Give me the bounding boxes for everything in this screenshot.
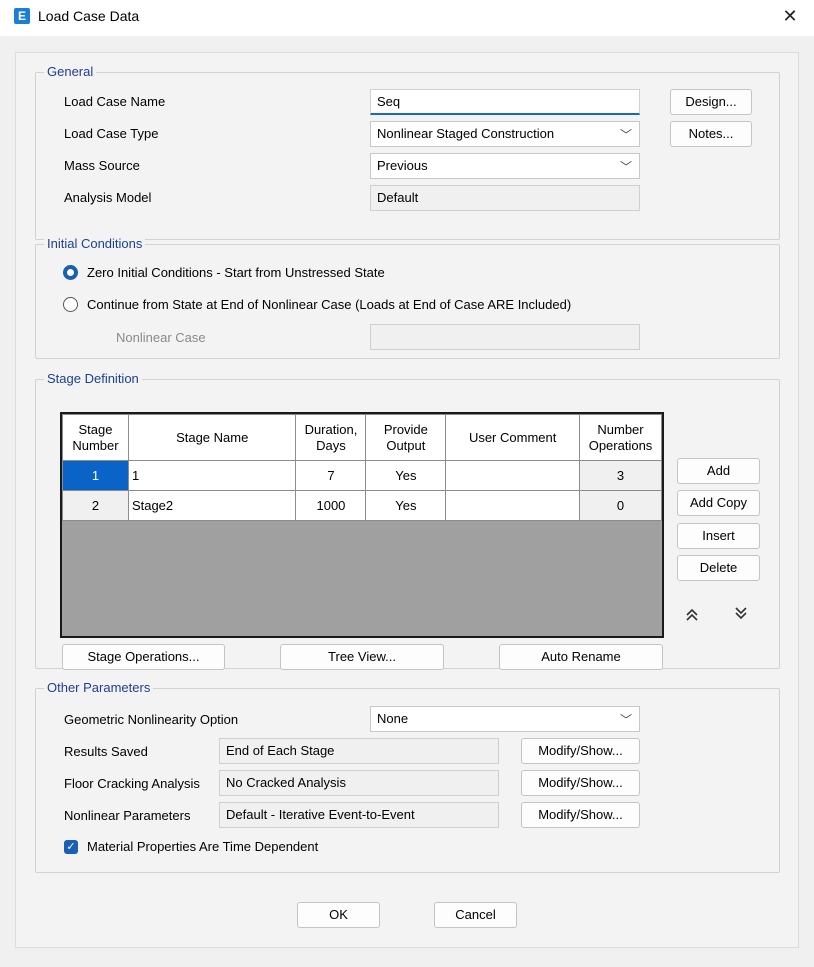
dialog-frame: General Load Case Name Seq Design... Loa… (15, 52, 799, 948)
operations-cell: 3 (579, 460, 662, 491)
ok-button[interactable]: OK (297, 902, 380, 928)
material-time-dependent-label[interactable]: Material Properties Are Time Dependent (87, 839, 318, 854)
stage-operations-button[interactable]: Stage Operations... (62, 644, 225, 670)
table-row[interactable]: 2 Stage2 1000 Yes 0 (62, 490, 662, 521)
stage-number-cell[interactable]: 2 (62, 490, 129, 521)
chevron-down-icon: ﹀ (619, 713, 632, 727)
zero-initial-label[interactable]: Zero Initial Conditions - Start from Uns… (87, 265, 385, 280)
stage-name-cell[interactable]: 1 (127, 460, 297, 491)
initial-conditions-legend: Initial Conditions (44, 236, 146, 251)
auto-rename-button[interactable]: Auto Rename (499, 644, 663, 670)
header-stage-name[interactable]: Stage Name (127, 414, 297, 461)
add-button[interactable]: Add (677, 458, 760, 484)
title-bar[interactable]: E Load Case Data ✕ (0, 0, 814, 36)
nonlinear-case-field (370, 324, 640, 350)
close-icon[interactable]: ✕ (780, 6, 800, 26)
move-down-icon[interactable] (728, 602, 754, 628)
results-saved-label: Results Saved (64, 744, 148, 759)
provide-output-cell[interactable]: Yes (365, 460, 447, 491)
other-parameters-legend: Other Parameters (44, 680, 154, 695)
initial-conditions-group: Initial Conditions Zero Initial Conditio… (35, 236, 780, 359)
nonlinear-parameters-field: Default - Iterative Event-to-Event (219, 802, 499, 828)
nonlinear-case-label: Nonlinear Case (116, 330, 206, 345)
floor-cracking-modify-button[interactable]: Modify/Show... (521, 770, 640, 796)
tree-view-button[interactable]: Tree View... (280, 644, 444, 670)
notes-button[interactable]: Notes... (670, 121, 752, 147)
geometric-nonlinearity-label: Geometric Nonlinearity Option (64, 712, 239, 727)
table-row[interactable]: 1 1 7 Yes 3 (62, 460, 662, 491)
analysis-model-label: Analysis Model (64, 190, 152, 205)
other-parameters-group: Other Parameters Geometric Nonlinearity … (35, 680, 780, 873)
insert-button[interactable]: Insert (677, 523, 760, 549)
header-provide-output[interactable]: Provide Output (365, 414, 447, 461)
move-up-icon[interactable] (679, 604, 705, 630)
duration-cell[interactable]: 7 (295, 460, 367, 491)
floor-cracking-field: No Cracked Analysis (219, 770, 499, 796)
mass-source-label: Mass Source (64, 158, 140, 173)
zero-initial-radio[interactable] (63, 265, 78, 280)
chevron-down-icon: ﹀ (619, 128, 632, 142)
load-case-name-label: Load Case Name (64, 94, 166, 109)
continue-from-state-radio[interactable] (63, 297, 78, 312)
dialog-body: General Load Case Name Seq Design... Loa… (0, 36, 814, 967)
nonlinear-parameters-label: Nonlinear Parameters (64, 808, 191, 823)
etabs-app-icon: E (14, 8, 30, 24)
provide-output-cell[interactable]: Yes (365, 490, 447, 521)
user-comment-cell[interactable] (445, 490, 581, 521)
stage-definition-legend: Stage Definition (44, 371, 142, 386)
add-copy-button[interactable]: Add Copy (677, 490, 760, 516)
cancel-button[interactable]: Cancel (434, 902, 517, 928)
header-number-operations[interactable]: Number Operations (579, 414, 662, 461)
results-saved-field: End of Each Stage (219, 738, 499, 764)
general-legend: General (44, 64, 97, 79)
load-case-name-input[interactable]: Seq (370, 89, 640, 115)
general-group: General Load Case Name Seq Design... Loa… (35, 64, 780, 240)
load-case-type-select[interactable]: Nonlinear Staged Construction ﹀ (370, 121, 640, 147)
geometric-nonlinearity-select[interactable]: None ﹀ (370, 706, 640, 732)
stage-table-header: Stage Number Stage Name Duration, Days Pro… (62, 414, 662, 461)
floor-cracking-label: Floor Cracking Analysis (64, 776, 200, 791)
stage-number-cell[interactable]: 1 (62, 460, 129, 491)
load-case-type-label: Load Case Type (64, 126, 159, 141)
chevron-down-icon: ﹀ (619, 160, 632, 174)
stage-name-cell[interactable]: Stage2 (127, 490, 297, 521)
continue-from-state-label[interactable]: Continue from State at End of Nonlinear … (87, 297, 571, 312)
delete-button[interactable]: Delete (677, 555, 760, 581)
header-stage-number[interactable]: Stage Number (62, 414, 129, 461)
analysis-model-field: Default (370, 185, 640, 211)
load-case-data-window: E Load Case Data ✕ General Load Case Nam… (0, 0, 814, 967)
stage-table: Stage Number Stage Name Duration, Days Pro… (62, 414, 662, 521)
material-time-dependent-checkbox[interactable]: ✓ (64, 840, 78, 854)
user-comment-cell[interactable] (445, 460, 581, 491)
window-title: Load Case Data (38, 8, 140, 24)
results-saved-modify-button[interactable]: Modify/Show... (521, 738, 640, 764)
header-user-comment[interactable]: User Comment (445, 414, 581, 461)
header-duration[interactable]: Duration, Days (295, 414, 367, 461)
stage-grid[interactable]: Stage Number Stage Name Duration, Days Pro… (60, 412, 664, 638)
geometric-nonlinearity-value: None (377, 711, 409, 726)
operations-cell: 0 (579, 490, 662, 521)
load-case-type-value: Nonlinear Staged Construction (377, 126, 555, 141)
mass-source-select[interactable]: Previous ﹀ (370, 153, 640, 179)
nonlinear-parameters-modify-button[interactable]: Modify/Show... (521, 802, 640, 828)
design-button[interactable]: Design... (670, 89, 752, 115)
duration-cell[interactable]: 1000 (295, 490, 367, 521)
mass-source-value: Previous (377, 158, 428, 173)
